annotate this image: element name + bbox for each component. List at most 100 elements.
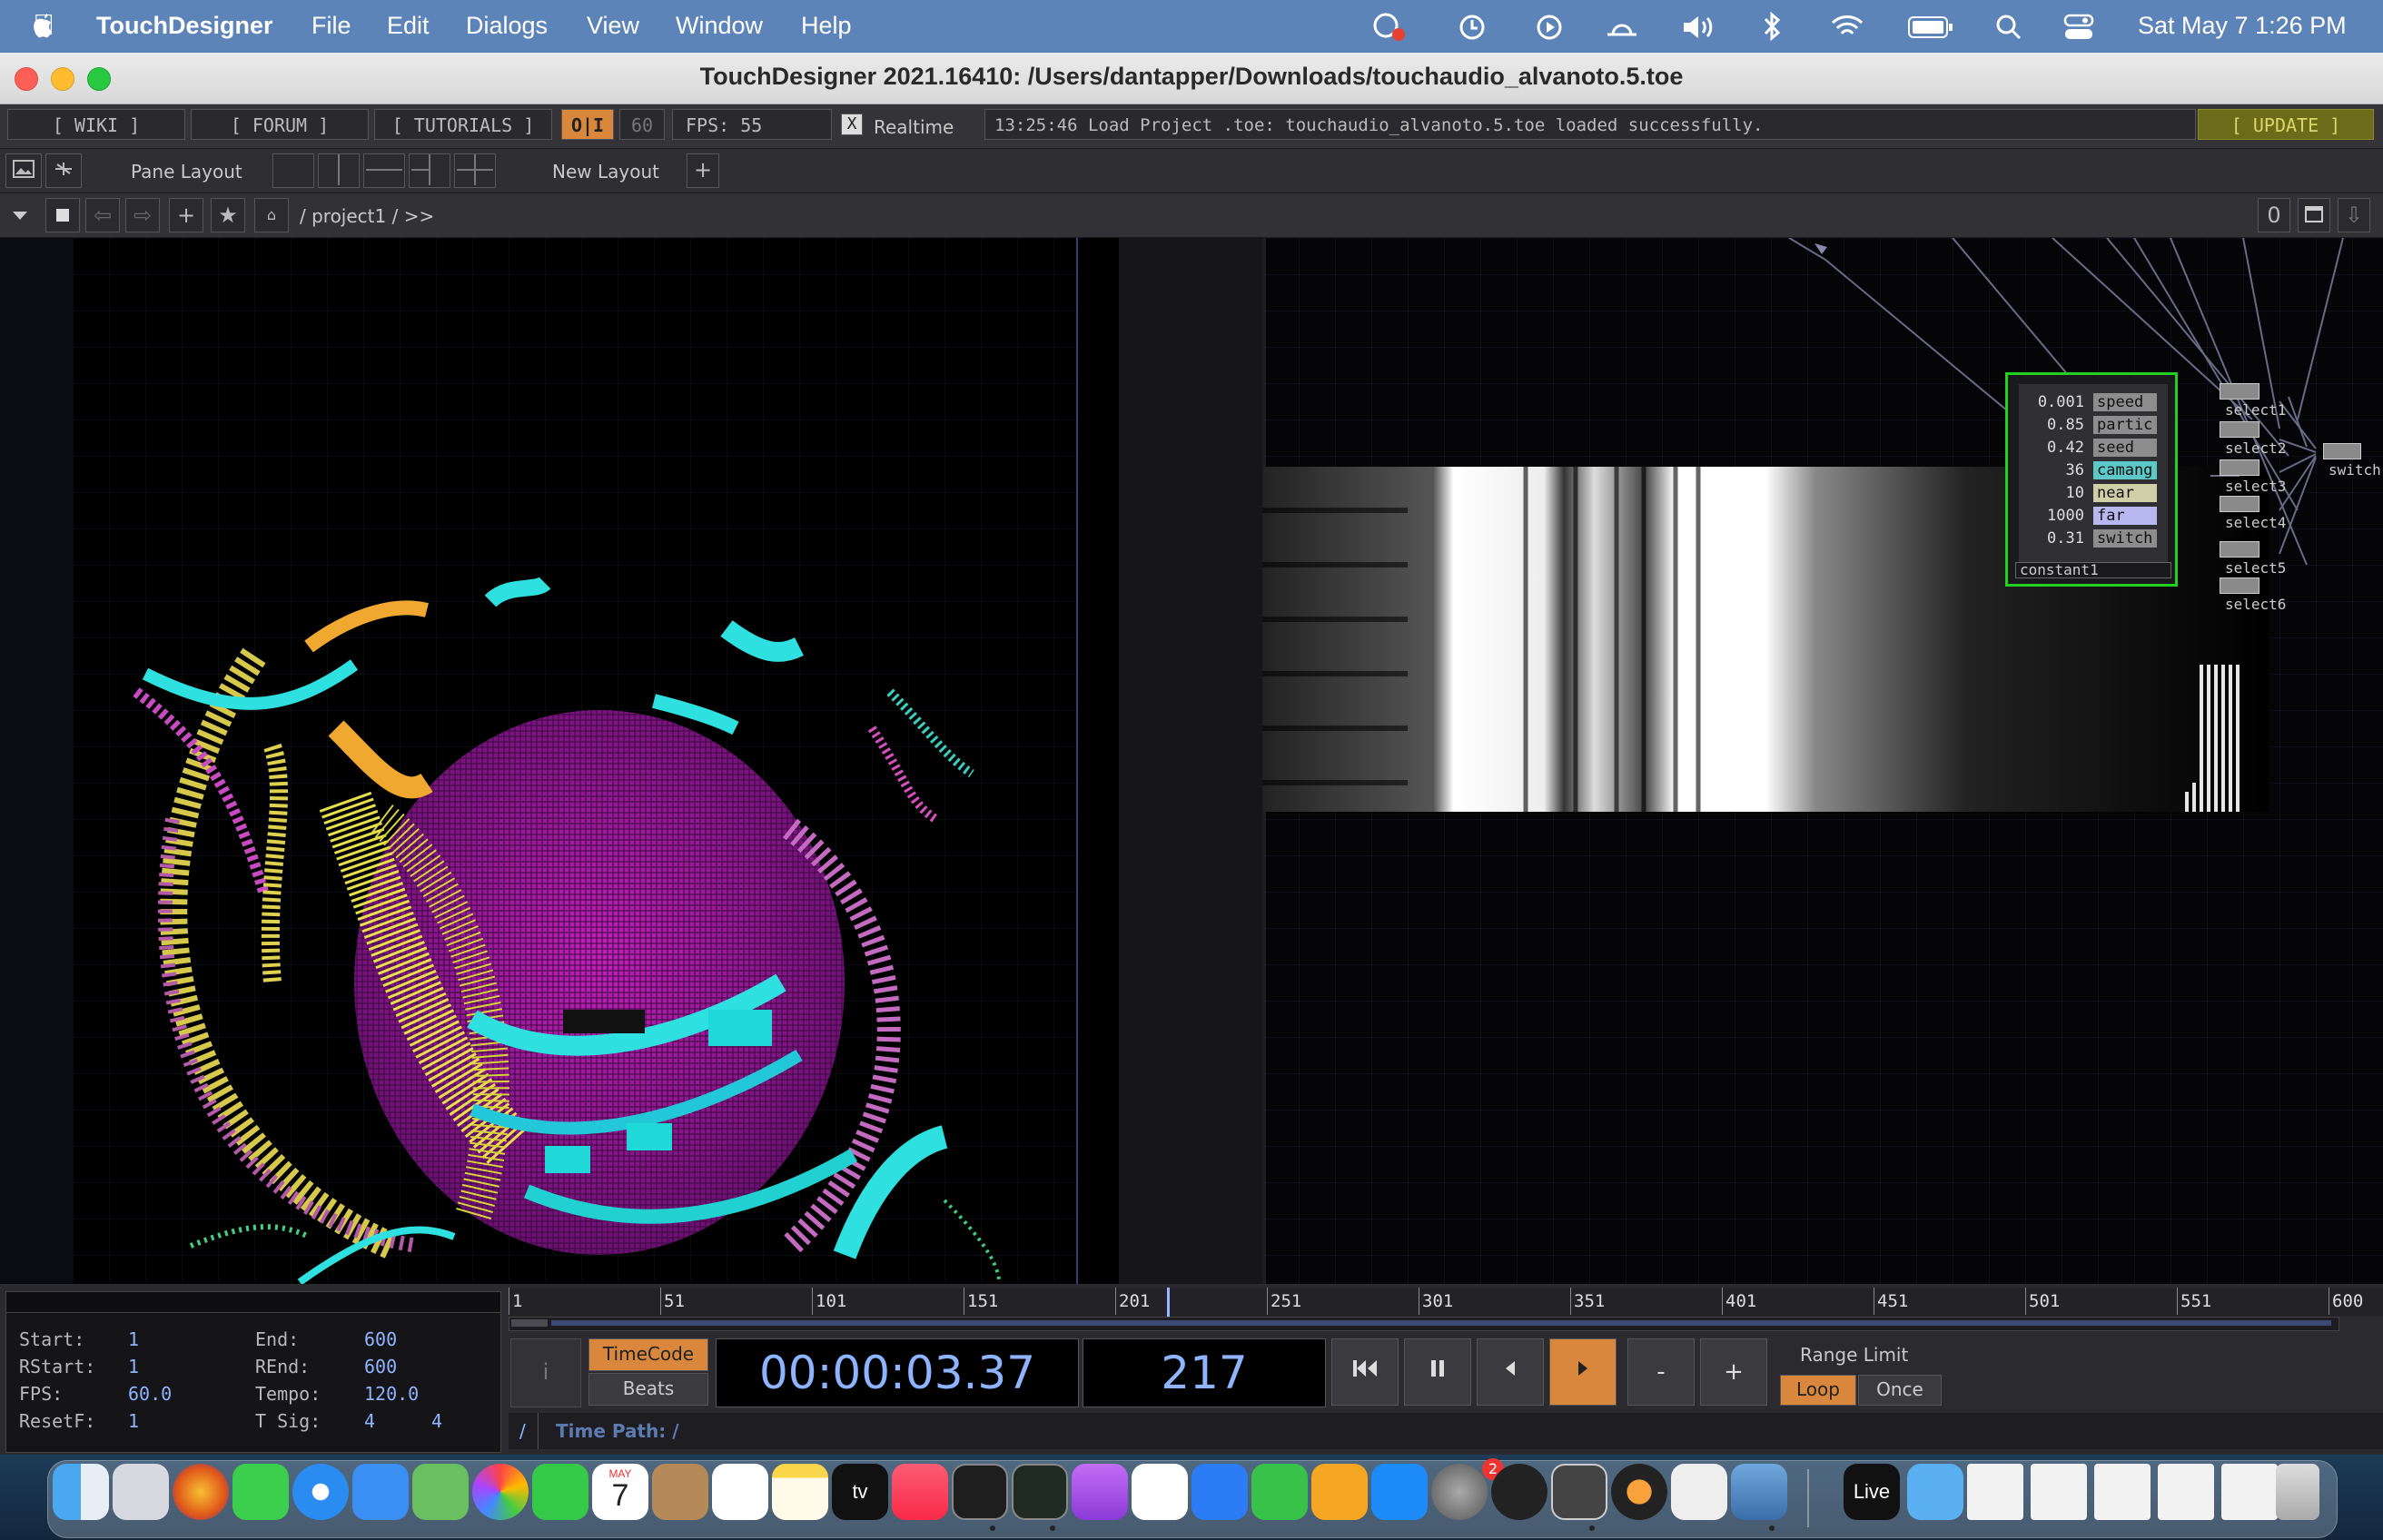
menu-file[interactable]: File <box>311 12 351 40</box>
stop-icon[interactable] <box>45 198 80 232</box>
timeline-scrollbar[interactable] <box>509 1317 2339 1331</box>
timeline-info-icon[interactable]: i <box>510 1338 581 1407</box>
messages-icon[interactable] <box>232 1464 289 1520</box>
podcasts-icon[interactable] <box>1072 1464 1128 1520</box>
finder-icon[interactable] <box>53 1464 109 1520</box>
rend-value[interactable]: 600 <box>364 1356 397 1377</box>
menu-app-name[interactable]: TouchDesigner <box>96 12 273 40</box>
select3-node[interactable] <box>2220 459 2259 476</box>
touchdesigner-icon[interactable] <box>1551 1464 1607 1520</box>
image-view-icon[interactable] <box>5 153 42 188</box>
wiki-button[interactable]: [ WIKI ] <box>7 109 185 140</box>
document-thumbnail-icon[interactable] <box>2158 1464 2214 1520</box>
step-forward-button[interactable]: + <box>1700 1338 1767 1406</box>
document-thumbnail-icon[interactable] <box>2221 1464 2278 1520</box>
tsig-numerator[interactable]: 4 <box>364 1410 375 1432</box>
beats-toggle[interactable]: Beats <box>588 1373 708 1406</box>
pane-menu-icon[interactable] <box>4 198 36 232</box>
step-back-button[interactable]: - <box>1627 1338 1695 1406</box>
layout-single-icon[interactable] <box>272 153 314 188</box>
pause-button[interactable] <box>1404 1338 1471 1406</box>
once-toggle[interactable]: Once <box>1858 1375 1942 1406</box>
document-thumbnail-icon[interactable] <box>1967 1464 2023 1520</box>
star-icon[interactable]: ★ <box>211 198 245 232</box>
time-machine-icon[interactable] <box>1458 13 1487 42</box>
textedit-icon[interactable] <box>1671 1464 1727 1520</box>
constant1-node[interactable]: 0.001 speed 0.85 partic 0.42 seed 36 camang … <box>2005 372 2178 587</box>
photos-icon[interactable] <box>472 1464 529 1520</box>
forward-arrow-icon[interactable]: ⇨ <box>125 198 160 232</box>
viewer-pane[interactable] <box>0 238 1262 1286</box>
fps-value[interactable]: 60.0 <box>128 1383 172 1405</box>
firefox-icon[interactable] <box>173 1464 229 1520</box>
menubar-clock[interactable]: Sat May 7 1:26 PM <box>2138 12 2347 40</box>
forum-button[interactable]: [ FORUM ] <box>191 109 369 140</box>
end-value[interactable]: 600 <box>364 1328 397 1350</box>
music-icon[interactable] <box>892 1464 948 1520</box>
menu-window[interactable]: Window <box>676 12 763 40</box>
screen-record-icon[interactable] <box>1371 11 1408 42</box>
scrollbar-handle[interactable] <box>511 1319 548 1327</box>
keynote-icon[interactable] <box>1192 1464 1248 1520</box>
network-view-icon[interactable] <box>45 153 82 188</box>
preview-icon[interactable] <box>1731 1464 1787 1520</box>
node-name-label[interactable]: constant1 <box>2015 562 2171 578</box>
rewind-to-start-button[interactable] <box>1331 1338 1399 1406</box>
blender-icon[interactable] <box>1611 1464 1667 1520</box>
update-button[interactable]: [ UPDATE ] <box>2198 109 2374 140</box>
add-icon[interactable]: + <box>169 198 203 232</box>
menu-view[interactable]: View <box>587 12 639 40</box>
timecode-toggle[interactable]: TimeCode <box>588 1338 708 1371</box>
bluetooth-icon[interactable] <box>1762 11 1782 42</box>
playhead[interactable] <box>1167 1288 1170 1317</box>
trash-icon[interactable] <box>2276 1464 2319 1520</box>
maps-icon[interactable] <box>412 1464 469 1520</box>
ableton-live-icon[interactable]: Live <box>1844 1464 1900 1520</box>
select1-node[interactable] <box>2220 383 2259 400</box>
maximize-pane-icon[interactable] <box>2298 198 2330 232</box>
volume-icon[interactable] <box>1680 13 1716 42</box>
reminders-icon[interactable] <box>712 1464 768 1520</box>
play-reverse-button[interactable] <box>1477 1338 1544 1406</box>
layout-four-pane-icon[interactable] <box>454 153 496 188</box>
terminal-icon[interactable] <box>952 1464 1008 1520</box>
layout-split-vertical-icon[interactable] <box>318 153 360 188</box>
timecode-display[interactable]: 00:00:03.37 <box>716 1338 1079 1407</box>
facetime-icon[interactable] <box>532 1464 588 1520</box>
select4-node[interactable] <box>2220 496 2259 512</box>
notes-icon[interactable] <box>772 1464 828 1520</box>
select5-node[interactable] <box>2220 541 2259 558</box>
pages-icon[interactable] <box>1311 1464 1368 1520</box>
numbers-icon[interactable] <box>1251 1464 1308 1520</box>
menu-dialogs[interactable]: Dialogs <box>466 12 548 40</box>
time-path-slash[interactable]: / <box>519 1420 526 1442</box>
resetf-value[interactable]: 1 <box>128 1410 139 1432</box>
perform-mode-toggle[interactable]: O|I <box>561 109 614 140</box>
wifi-icon[interactable] <box>1829 13 1865 40</box>
battery-icon[interactable] <box>1907 15 1954 39</box>
calendar-icon[interactable]: MAY 7 <box>592 1464 648 1520</box>
search-icon[interactable] <box>1994 13 2023 42</box>
menu-edit[interactable]: Edit <box>387 12 430 40</box>
downloads-folder-icon[interactable] <box>1907 1464 1963 1520</box>
loop-toggle[interactable]: Loop <box>1780 1375 1856 1406</box>
layout-three-pane-icon[interactable] <box>409 153 450 188</box>
app-store-icon[interactable] <box>1371 1464 1428 1520</box>
home-icon[interactable]: ⌂ <box>254 198 289 232</box>
switch-node[interactable] <box>2323 443 2361 459</box>
apple-tv-icon[interactable]: tv <box>832 1464 888 1520</box>
fps-cap-field[interactable]: 60 <box>619 109 665 140</box>
safari-icon[interactable] <box>292 1464 349 1520</box>
sunrise-icon[interactable] <box>1604 15 1640 40</box>
control-center-icon[interactable] <box>2063 13 2094 42</box>
obs-icon[interactable] <box>1491 1464 1547 1520</box>
document-thumbnail-icon[interactable] <box>2094 1464 2151 1520</box>
rstart-value[interactable]: 1 <box>128 1356 139 1377</box>
select6-node[interactable] <box>2220 578 2259 594</box>
document-thumbnail-icon[interactable] <box>2031 1464 2087 1520</box>
select2-node[interactable] <box>2220 421 2259 438</box>
add-layout-button[interactable]: + <box>687 153 719 188</box>
start-value[interactable]: 1 <box>128 1328 139 1350</box>
tsig-denominator[interactable]: 4 <box>431 1410 442 1432</box>
mail-icon[interactable] <box>352 1464 409 1520</box>
